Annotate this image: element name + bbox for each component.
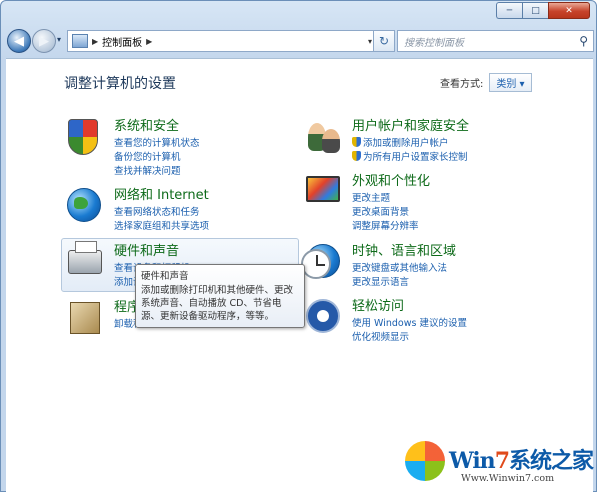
- search-input[interactable]: 搜索控制面板 ⚲: [397, 30, 594, 52]
- category-link[interactable]: 为所有用户设置家长控制: [352, 151, 469, 165]
- window-controls: ─ □ ✕: [496, 2, 590, 19]
- category-user-accounts: 用户帐户和家庭安全 添加或删除用户帐户 为所有用户设置家长控制: [302, 115, 469, 165]
- category-heading[interactable]: 硬件和声音: [114, 240, 190, 259]
- back-button[interactable]: ◀: [7, 29, 31, 53]
- category-link[interactable]: 选择家庭组和共享选项: [114, 220, 209, 234]
- category-link[interactable]: 调整屏幕分辨率: [352, 220, 430, 234]
- category-link[interactable]: 更改键盘或其他输入法: [352, 262, 456, 276]
- breadcrumb-arrow-icon[interactable]: ▶: [146, 37, 152, 46]
- address-bar[interactable]: ▶ 控制面板 ▶ ▾: [67, 30, 379, 52]
- watermark-brand: Win7系统之家: [449, 448, 594, 474]
- recent-pages-dropdown[interactable]: ▾: [57, 35, 61, 44]
- page-title: 调整计算机的设置: [64, 76, 176, 92]
- view-by-label: 查看方式:: [440, 79, 484, 90]
- category-appearance: 外观和个性化 更改主题 更改桌面背景 调整屏幕分辨率: [302, 170, 430, 234]
- category-network-internet: 网络和 Internet 查看网络状态和任务 选择家庭组和共享选项: [64, 184, 209, 234]
- category-link[interactable]: 添加或删除用户帐户: [352, 137, 469, 151]
- category-heading[interactable]: 用户帐户和家庭安全: [352, 115, 469, 134]
- refresh-button[interactable]: ↻: [373, 30, 395, 52]
- category-ease-of-access: 轻松访问 使用 Windows 建议的设置 优化视频显示: [302, 295, 467, 345]
- uac-shield-icon: [352, 151, 361, 161]
- tooltip: 硬件和声音 添加或删除打印机和其他硬件、更改系统声音、自动播放 CD、节省电源、…: [135, 264, 305, 328]
- windows-logo-icon: [405, 441, 445, 481]
- category-heading[interactable]: 系统和安全: [114, 115, 200, 134]
- watermark-logo: Win7系统之家 Www.Winwin7.com: [403, 435, 597, 492]
- category-link[interactable]: 查看您的计算机状态: [114, 137, 200, 151]
- category-heading[interactable]: 时钟、语言和区域: [352, 240, 456, 259]
- search-placeholder: 搜索控制面板: [404, 37, 464, 49]
- category-heading[interactable]: 轻松访问: [352, 295, 467, 314]
- maximize-button[interactable]: □: [522, 2, 548, 19]
- programs-icon[interactable]: [64, 296, 108, 340]
- view-by-select[interactable]: 类别 ▾: [489, 73, 532, 92]
- category-link[interactable]: 备份您的计算机: [114, 151, 200, 165]
- category-system-security: 系统和安全 查看您的计算机状态 备份您的计算机 查找并解决问题: [64, 115, 200, 179]
- category-link[interactable]: 优化视频显示: [352, 331, 467, 345]
- printer-icon[interactable]: [64, 240, 108, 284]
- navigation-bar: ◀ ▶ ▾ ▶ 控制面板 ▶ ▾ ↻ 搜索控制面板 ⚲: [5, 27, 594, 55]
- control-panel-icon: [72, 34, 88, 48]
- watermark-url: Www.Winwin7.com: [461, 473, 555, 484]
- category-link[interactable]: 更改主题: [352, 192, 430, 206]
- view-by: 查看方式: 类别 ▾: [440, 73, 532, 92]
- uac-shield-icon: [352, 137, 361, 147]
- users-icon[interactable]: [302, 115, 346, 159]
- category-link[interactable]: 更改显示语言: [352, 276, 456, 290]
- forward-button[interactable]: ▶: [32, 29, 56, 53]
- tooltip-body: 添加或删除打印机和其他硬件、更改系统声音、自动播放 CD、节省电源、更新设备驱动…: [141, 285, 294, 322]
- category-heading[interactable]: 外观和个性化: [352, 170, 430, 189]
- ease-of-access-icon[interactable]: [302, 295, 346, 339]
- search-icon[interactable]: ⚲: [579, 34, 588, 48]
- tooltip-title: 硬件和声音: [141, 271, 189, 282]
- category-link[interactable]: 使用 Windows 建议的设置: [352, 317, 467, 331]
- window-frame: ─ □ ✕ ◀ ▶ ▾ ▶ 控制面板 ▶ ▾ ↻ 搜索控制面板 ⚲ 调整计算机的…: [0, 0, 597, 492]
- breadcrumb-control-panel[interactable]: 控制面板: [102, 34, 142, 49]
- minimize-button[interactable]: ─: [496, 2, 522, 19]
- breadcrumb-arrow-icon[interactable]: ▶: [92, 37, 98, 46]
- clock-icon: [301, 249, 331, 279]
- appearance-icon[interactable]: [302, 170, 346, 214]
- network-globe-icon[interactable]: [64, 184, 108, 228]
- close-button[interactable]: ✕: [548, 2, 590, 19]
- category-link[interactable]: 更改桌面背景: [352, 206, 430, 220]
- category-heading[interactable]: 网络和 Internet: [114, 184, 209, 203]
- category-link[interactable]: 查看网络状态和任务: [114, 206, 209, 220]
- category-link[interactable]: 查找并解决问题: [114, 165, 200, 179]
- shield-icon[interactable]: [64, 115, 108, 159]
- address-dropdown-icon[interactable]: ▾: [368, 37, 372, 46]
